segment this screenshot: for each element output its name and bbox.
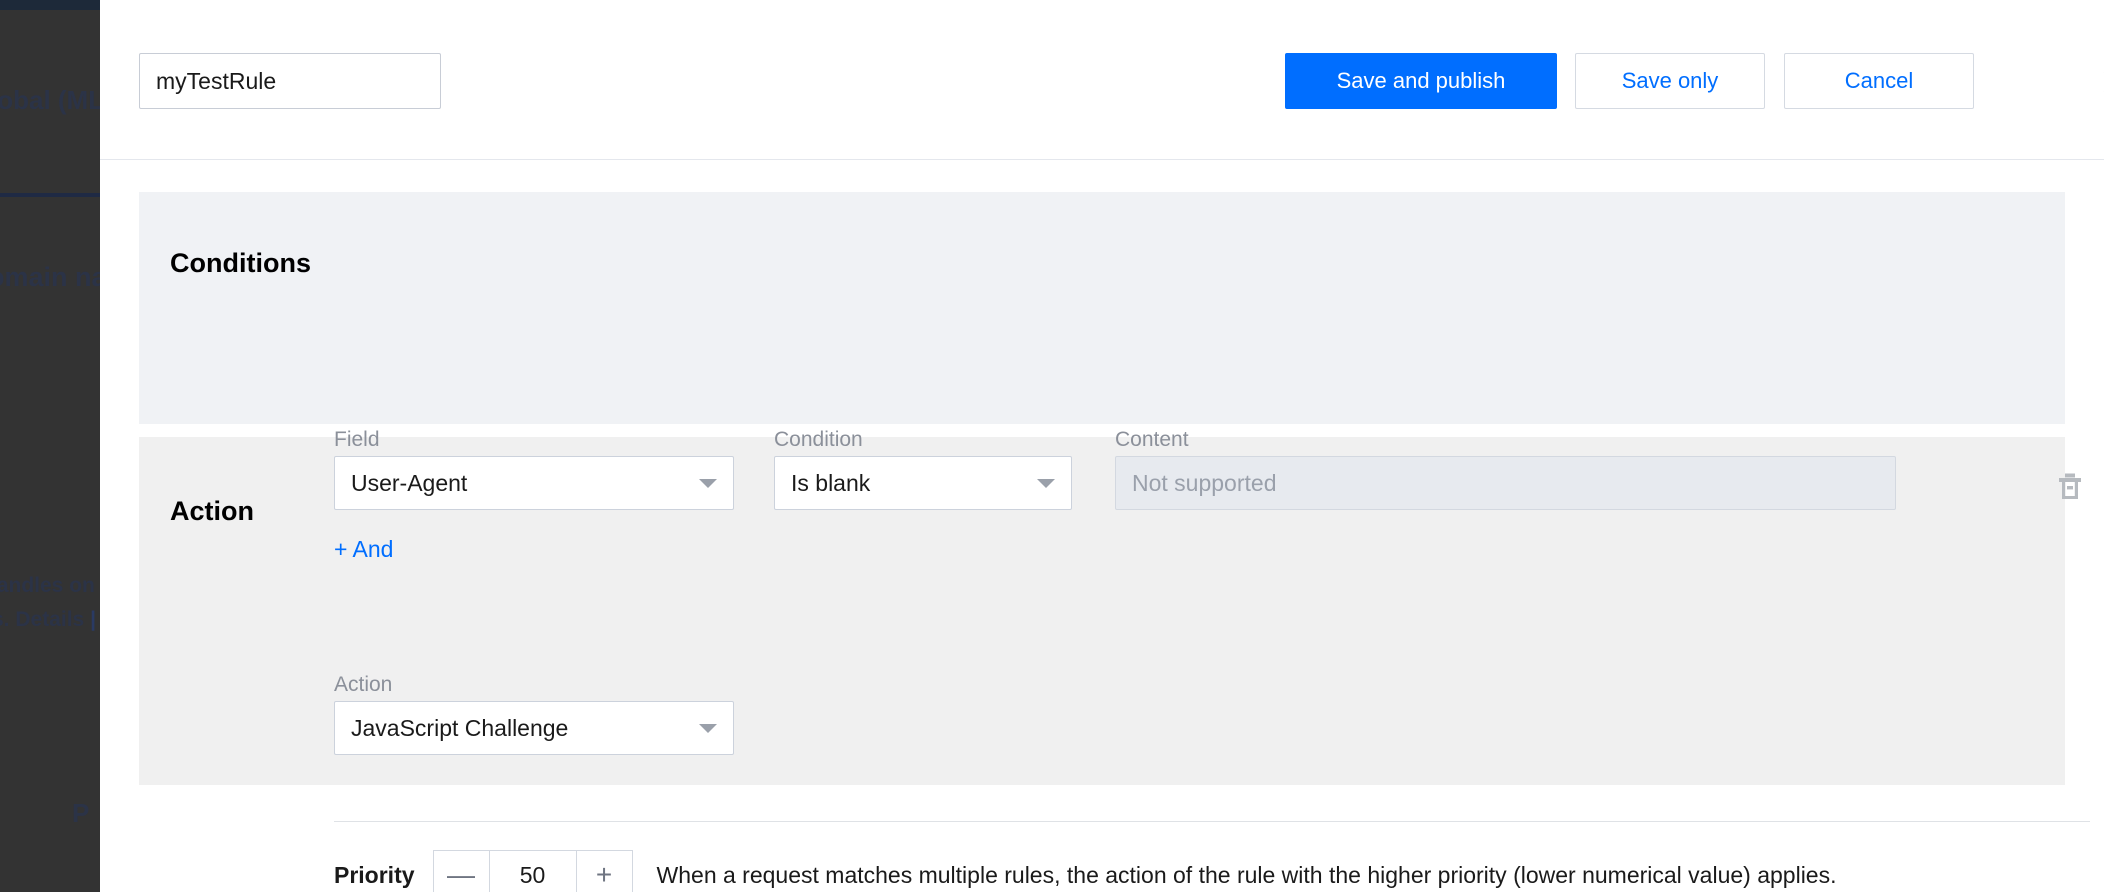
condition-column-label: Condition [774,428,863,451]
background-bottom-text: P [72,798,90,828]
priority-hint-text: When a request matches multiple rules, t… [656,861,1837,888]
priority-label: Priority [334,861,415,888]
conditions-title: Conditions [170,248,311,278]
action-value: JavaScript Challenge [351,714,569,741]
condition-content-input: Not supported [1115,456,1896,510]
action-field-label: Action [334,673,393,696]
chevron-down-icon [699,478,717,488]
conditions-section: Conditions [139,192,2065,424]
background-domain-heading: omain nam [0,262,100,292]
background-breadcrumb-text: lobal (ML [0,85,100,115]
cancel-button[interactable]: Cancel [1784,53,1974,109]
action-select[interactable]: JavaScript Challenge [334,701,734,755]
priority-stepper: — + [432,850,633,892]
rule-name-input[interactable] [139,53,441,109]
save-only-button[interactable]: Save only [1575,53,1765,109]
drawer-header: Save and publish Save only Cancel [100,0,2104,160]
condition-operator-select[interactable]: Is blank [774,456,1072,510]
background-tab-underline [0,193,100,197]
priority-row: Priority — + When a request matches mult… [334,850,1836,892]
chevron-down-icon [699,723,717,733]
background-top-bar [0,0,100,10]
action-divider [334,821,2090,822]
background-description-line-2: s. Details | [0,608,96,632]
trash-icon[interactable] [2050,467,2090,507]
chevron-down-icon [1037,478,1055,488]
priority-input[interactable] [488,850,577,892]
background-description-line-1: handles on [0,574,95,597]
background-description-text: s. Details [0,608,91,631]
priority-increment-button[interactable]: + [576,850,633,892]
condition-field-value: User-Agent [351,469,468,496]
save-and-publish-button[interactable]: Save and publish [1285,53,1557,109]
app-screen: lobal (ML omain nam handles on s. Detail… [0,0,2104,892]
field-column-label: Field [334,428,380,451]
content-column-label: Content [1115,428,1189,451]
condition-operator-value: Is blank [791,469,871,496]
close-icon[interactable] [2096,62,2104,102]
drawer-body: Conditions Action Field User-Agent Condi… [100,192,2104,892]
dimmed-background-page: lobal (ML omain nam handles on s. Detail… [0,0,100,892]
action-title: Action [170,496,254,526]
condition-field-select[interactable]: User-Agent [334,456,734,510]
add-and-condition-button[interactable]: + And [334,536,393,563]
background-details-link: | [90,608,96,631]
priority-decrement-button[interactable]: — [432,850,489,892]
rule-editor-drawer: Save and publish Save only Cancel Condit… [100,0,2104,892]
